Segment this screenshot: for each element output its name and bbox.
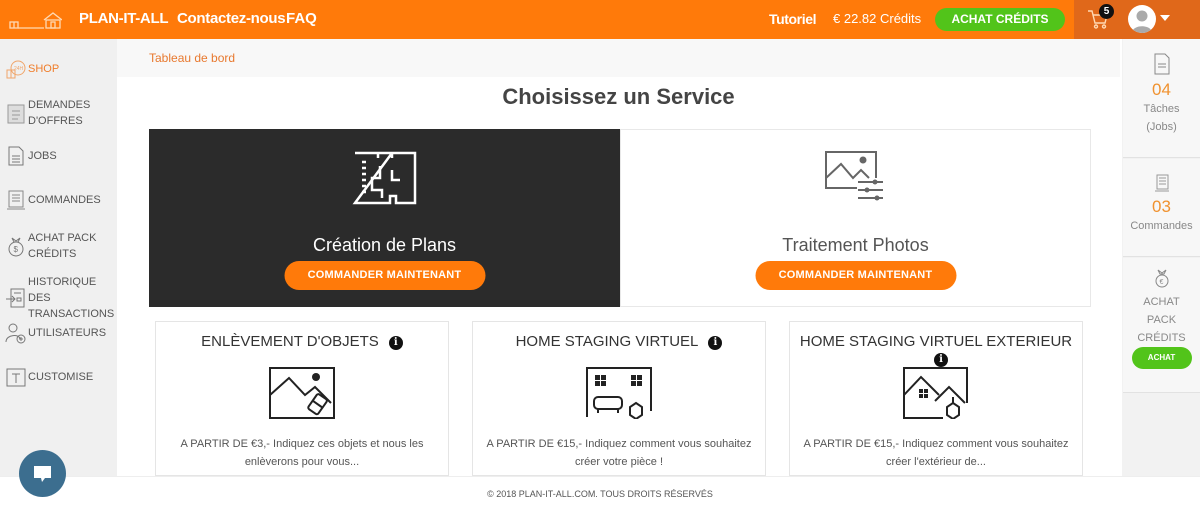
orders-stat[interactable]: 03 Commandes: [1123, 159, 1200, 257]
sidebar-item-shop[interactable]: 24H SHOP: [5, 58, 59, 80]
house-logo-icon[interactable]: [8, 10, 62, 30]
receipt-icon: [1154, 174, 1169, 192]
service-description: A PARTIR DE €3,- Indiquez ces objets et …: [180, 438, 424, 468]
service-card-photos[interactable]: Traitement Photos COMMANDER MAINTENANT: [620, 129, 1091, 307]
tasks-stat[interactable]: 04 Tâches (Jobs): [1123, 39, 1200, 158]
service-title: HOME STAGING VIRTUEL EXTERIEUR i: [790, 333, 1082, 367]
object-removal-icon: [269, 367, 335, 419]
clipboard-icon: [7, 104, 25, 124]
sidebar-item-label: ACHAT PACK CRÉDITS: [28, 232, 97, 260]
money-bag-icon: $: [8, 237, 24, 257]
sidebar-item-historique[interactable]: HISTORIQUE DES TRANSACTIONS: [5, 274, 114, 322]
service-card-plans[interactable]: Création de Plans COMMANDER MAINTENANT: [149, 129, 620, 307]
svg-text:24H: 24H: [14, 66, 24, 72]
nav-contact-link[interactable]: Contactez-nous: [177, 10, 286, 27]
shop-24h-icon: 24H: [6, 60, 26, 79]
footer: © 2018 PLAN-IT-ALL.COM. TOUS DROITS RÉSE…: [0, 476, 1200, 513]
service-title: Traitement Photos: [782, 235, 929, 255]
sidebar-item-utilisateurs[interactable]: UTILISATEURS: [5, 322, 106, 344]
info-icon[interactable]: i: [388, 336, 403, 350]
service-card-virtual-staging[interactable]: HOME STAGING VIRTUEL i A PARTIR DE €15,- …: [472, 321, 766, 476]
service-description: A PARTIR DE €15,- Indiquez comment vous …: [803, 438, 1069, 468]
svg-text:$: $: [14, 245, 19, 254]
service-title: Création de Plans: [312, 235, 457, 255]
chat-bubble-icon: [34, 466, 51, 482]
top-navbar: PLAN-IT-ALL Contactez-nous FAQ Tutoriel …: [0, 0, 1200, 39]
sidebar-item-label: UTILISATEURS: [28, 327, 107, 339]
credits-balance: € 22.82 Crédits: [833, 11, 922, 26]
breadcrumb-bar: Tableau de bord: [117, 39, 1120, 77]
service-description: A PARTIR DE €15,- Indiquez comment vous …: [486, 438, 752, 468]
copyright: © 2018 PLAN-IT-ALL.COM. TOUS DROITS RÉSE…: [487, 489, 713, 499]
page-title: Choisissez un Service: [502, 84, 735, 109]
orders-label: Commandes: [1130, 220, 1193, 232]
brand-link[interactable]: PLAN-IT-ALL: [79, 10, 168, 27]
sidebar-item-demandes-offres[interactable]: DEMANDES D'OFFRES: [5, 97, 113, 129]
tasks-label: Tâches: [1143, 103, 1180, 115]
floor-plan-icon: [352, 151, 416, 205]
tasks-count: 04: [1152, 80, 1171, 99]
document-icon: [1154, 53, 1169, 75]
sidebar-item-label: SHOP: [28, 63, 60, 75]
service-title: HOME STAGING VIRTUEL i: [473, 333, 765, 350]
virtual-staging-icon: [586, 367, 652, 419]
money-bag-icon: €: [1155, 269, 1168, 288]
service-title-text: HOME STAGING VIRTUEL EXTERIEUR: [799, 333, 1073, 350]
info-icon[interactable]: i: [934, 353, 948, 367]
sidebar-item-achat-pack[interactable]: $ ACHAT PACK CRÉDITS: [5, 230, 98, 262]
buy-pack-button[interactable]: ACHAT: [1131, 347, 1192, 369]
info-icon[interactable]: i: [708, 336, 723, 350]
svg-text:€: €: [1159, 279, 1163, 286]
sidebar-item-customise[interactable]: CUSTOMISE: [5, 366, 93, 388]
pack-label: CRÉDITS: [1137, 332, 1186, 344]
service-title: ENLÈVEMENT D'OBJETS i: [156, 333, 448, 350]
chat-button[interactable]: [19, 450, 66, 497]
document-icon: [8, 146, 24, 166]
buy-credits-button[interactable]: ACHAT CRÉDITS: [935, 8, 1065, 31]
photo-adjust-icon: [824, 151, 883, 201]
order-now-button[interactable]: COMMANDER MAINTENANT: [755, 261, 956, 290]
service-title-text: HOME STAGING VIRTUEL: [515, 333, 699, 350]
breadcrumb[interactable]: Tableau de bord: [149, 51, 235, 65]
sidebar-item-label: DEMANDES D'OFFRES: [28, 99, 91, 127]
customise-icon: [6, 368, 26, 387]
sidebar-item-label: HISTORIQUE DES TRANSACTIONS: [28, 276, 115, 320]
transactions-icon: [6, 288, 25, 308]
service-title-text: ENLÈVEMENT D'OBJETS: [201, 333, 379, 350]
tasks-sublabel: (Jobs): [1146, 121, 1177, 133]
sidebar-item-label: JOBS: [28, 150, 57, 162]
orders-count: 03: [1152, 197, 1171, 216]
sidebar: 24H SHOP DEMANDES D'OFFRES JOBS COMMANDE…: [0, 39, 117, 476]
order-now-button[interactable]: COMMANDER MAINTENANT: [284, 261, 485, 290]
cart-count-badge: 5: [1099, 4, 1114, 19]
pack-label: PACK: [1146, 314, 1177, 326]
exterior-staging-icon: [903, 367, 968, 419]
add-user-icon: [5, 323, 26, 344]
receipt-icon: [7, 190, 25, 210]
caret-down-icon[interactable]: [1160, 15, 1170, 21]
sidebar-item-label: COMMANDES: [28, 194, 101, 206]
tutoriel-link[interactable]: Tutoriel: [769, 11, 816, 27]
right-stats-panel: 04 Tâches (Jobs) 03 Commandes € ACHAT PA…: [1122, 39, 1200, 476]
nav-faq-link[interactable]: FAQ: [286, 10, 317, 27]
user-avatar-icon[interactable]: [1128, 5, 1156, 33]
sidebar-item-jobs[interactable]: JOBS: [5, 145, 57, 167]
pack-credits-box: € ACHAT PACK CRÉDITS ACHAT: [1123, 258, 1200, 393]
service-card-exterior-staging[interactable]: HOME STAGING VIRTUEL EXTERIEUR i A PARTIR…: [789, 321, 1083, 476]
sidebar-item-commandes[interactable]: COMMANDES: [5, 189, 101, 211]
service-card-object-removal[interactable]: ENLÈVEMENT D'OBJETS i A PARTIR DE €3,- In…: [155, 321, 449, 476]
pack-label: ACHAT: [1143, 296, 1180, 308]
sidebar-item-label: CUSTOMISE: [28, 371, 94, 383]
